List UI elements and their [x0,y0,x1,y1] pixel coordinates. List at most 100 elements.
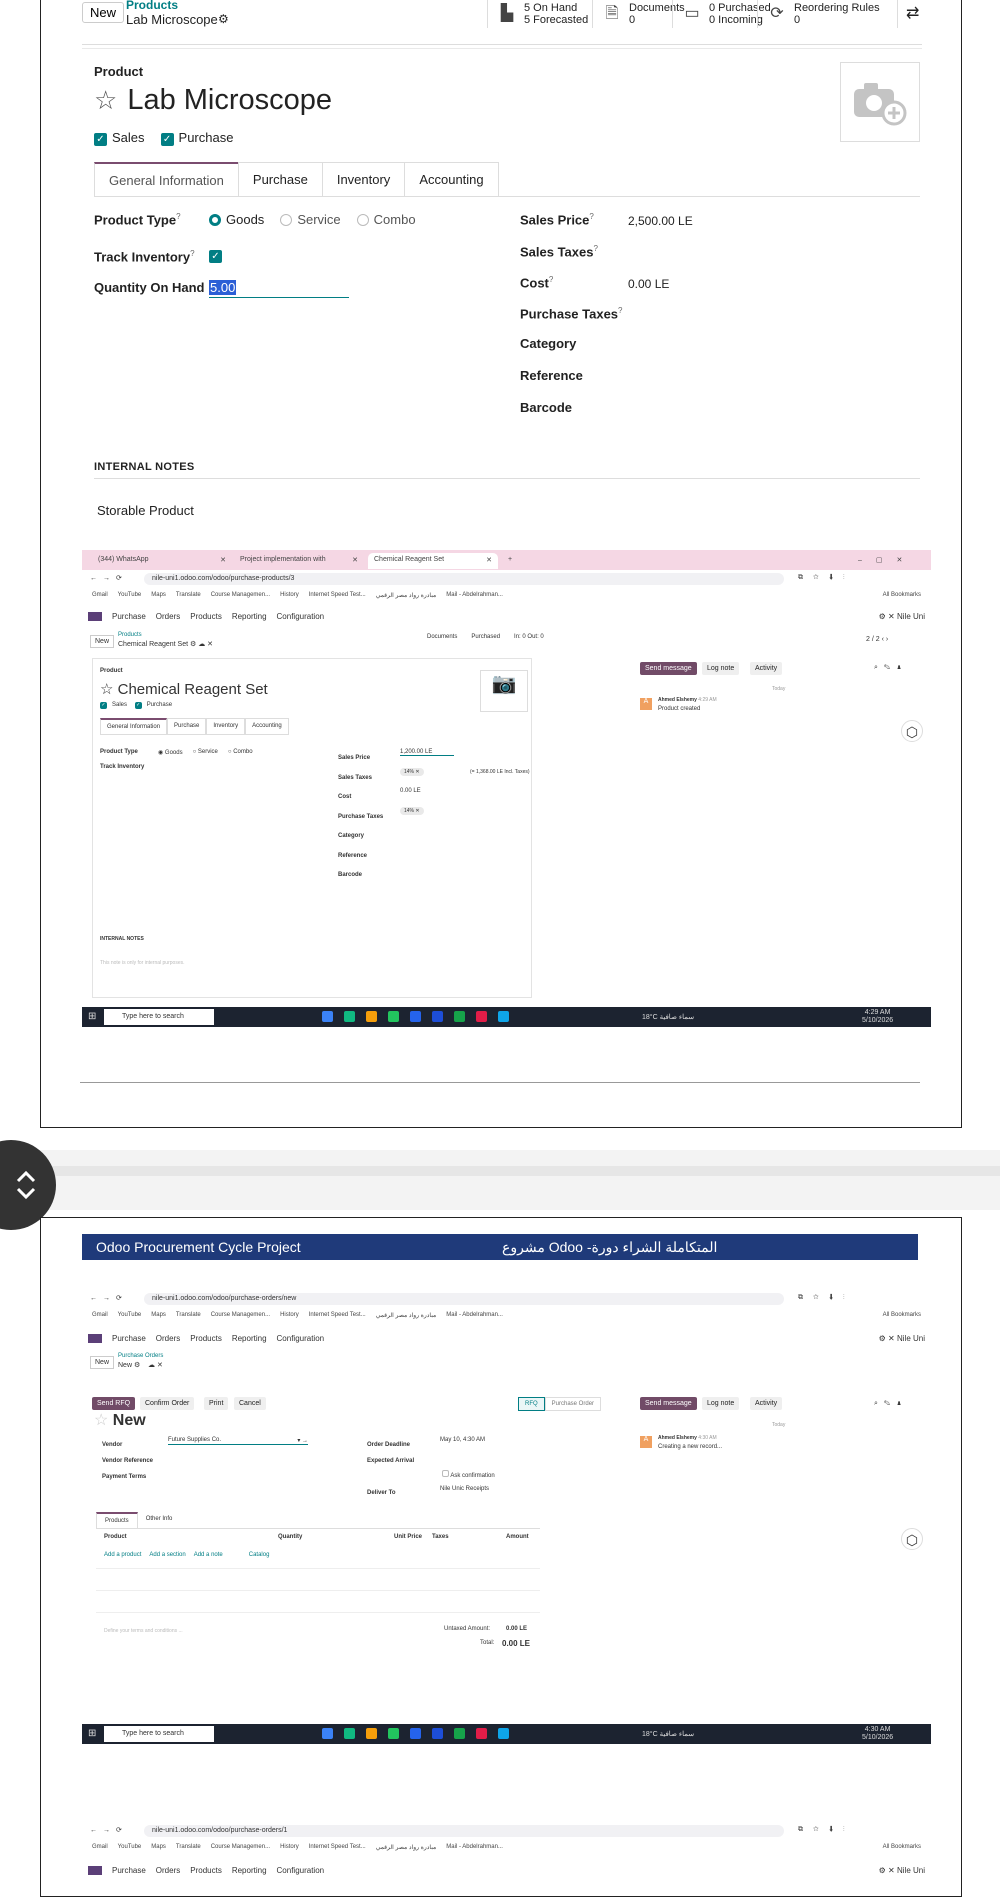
radio-service[interactable]: Service [280,212,341,227]
bookmark[interactable]: History [280,592,299,600]
tab-accounting[interactable]: Accounting [245,718,289,735]
weather[interactable]: 18°C سماء صافية [642,1730,694,1738]
nav-reporting[interactable]: Reporting [232,1866,267,1875]
new-button[interactable]: New [90,635,115,648]
bookmark[interactable]: Gmail [92,592,108,600]
product-image-placeholder[interactable] [840,62,920,142]
bookmark[interactable]: Maps [151,1312,166,1320]
new-button[interactable]: New [90,1356,115,1369]
sales-price-value[interactable]: 2,500.00 LE [628,214,693,228]
radio-combo[interactable]: ○ Combo [228,749,253,756]
nav-orders[interactable]: Orders [156,612,180,621]
tab-general-information[interactable]: General Information [94,162,239,197]
nav-arrows-icon[interactable]: ←→⟳ [90,1294,128,1302]
bookmark[interactable]: History [280,1312,299,1320]
user-menu[interactable]: ⚙ ✕ Nile Uni [879,1334,925,1343]
taskbar-clock[interactable]: 4:29 AM 5/10/2026 [862,1009,893,1025]
send-message-button[interactable]: Send message [640,1397,697,1410]
windows-start-icon[interactable]: ⊞ [88,1728,96,1739]
address-bar[interactable]: nile-uni1.odoo.com/odoo/purchase-orders/… [144,1293,784,1305]
purchase-tax-tag[interactable]: 14% ✕ [400,807,424,815]
browser-tab[interactable]: (344) WhatsApp ✕ [92,553,232,569]
nav-products[interactable]: Products [190,1334,222,1343]
taskbar-app-icon[interactable] [366,1011,377,1022]
tab-other-info[interactable]: Other Info [138,1512,181,1529]
taskbar-app-icon[interactable] [344,1011,355,1022]
activity-button[interactable]: Activity [750,1397,783,1410]
browser-toolbar-icons[interactable]: ⧉☆⬇⋮ [798,1294,855,1302]
nav-app-purchase[interactable]: Purchase [112,1866,146,1875]
bookmark-all[interactable]: All Bookmarks [883,592,921,600]
purchase-checkbox[interactable]: ✓ Purchase [160,130,233,146]
internal-notes-value[interactable]: Storable Product [97,503,194,518]
status-rfq[interactable]: RFQ [518,1397,545,1411]
smart-documents[interactable]: Documents [427,634,457,640]
taskbar-app-icon[interactable] [410,1728,421,1739]
deliver-to-value[interactable]: Nile Unic Receipts [440,1486,489,1492]
nav-reporting[interactable]: Reporting [232,1334,267,1343]
bookmark-all[interactable]: All Bookmarks [883,1844,921,1852]
bookmark[interactable]: History [280,1844,299,1852]
bookmark[interactable]: Course Managemen... [211,1844,270,1852]
taskbar-app-icon[interactable] [432,1011,443,1022]
gear-icon[interactable]: ⚙ [218,12,229,26]
bookmark[interactable]: Internet Speed Test... [309,1312,366,1320]
bookmark[interactable]: Mail - Abdelrahman... [446,1312,503,1320]
taskbar-app-icon[interactable] [366,1728,377,1739]
bookmark[interactable]: Course Managemen... [211,1312,270,1320]
app-icon[interactable] [88,1865,102,1875]
radio-combo[interactable]: Combo [356,212,416,227]
breadcrumb-parent[interactable]: Products [118,632,142,638]
address-bar[interactable]: nile-uni1.odoo.com/odoo/purchase-product… [144,573,784,585]
send-message-button[interactable]: Send message [640,662,697,675]
status-purchase-order[interactable]: Purchase Order [544,1397,602,1411]
breadcrumb-parent[interactable]: Purchase Orders [118,1353,163,1359]
bookmark[interactable]: Gmail [92,1844,108,1852]
nav-products[interactable]: Products [190,1866,222,1875]
nav-orders[interactable]: Orders [156,1334,180,1343]
bookmark[interactable]: Mail - Abdelrahman... [446,592,503,600]
ask-confirmation-checkbox[interactable]: Ask confirmation [442,1470,495,1479]
nav-reporting[interactable]: Reporting [232,612,267,621]
smart-button-documents[interactable]: 🗎 Documents 0 [592,0,685,28]
bookmark[interactable]: Internet Speed Test... [309,592,366,600]
tab-products[interactable]: Products [96,1512,138,1529]
taskbar-app-icon[interactable] [476,1728,487,1739]
tab-purchase[interactable]: Purchase [167,718,207,735]
nav-configuration[interactable]: Configuration [277,1866,325,1875]
new-tab-plus-icon[interactable]: + [502,553,518,569]
bookmark[interactable]: Mail - Abdelrahman... [446,1844,503,1852]
confirm-order-button[interactable]: Confirm Order [140,1397,195,1410]
internal-notes-placeholder[interactable]: This note is only for internal purposes. [100,960,185,966]
nav-configuration[interactable]: Configuration [277,612,325,621]
taskbar-search[interactable]: Type here to search [104,1009,214,1025]
print-button[interactable]: Print [204,1397,229,1410]
bookmark[interactable]: Course Managemen... [211,592,270,600]
smart-button-purchased[interactable]: ▭ 0 Purchased 0 Incoming [672,0,771,28]
window-controls[interactable]: –▢✕ [852,553,922,569]
taskbar-app-icon[interactable] [322,1011,333,1022]
radio-goods[interactable]: ◉ Goods [158,749,183,756]
taskbar-app-icon[interactable] [454,1728,465,1739]
bookmark[interactable]: Translate [176,592,201,600]
bookmark[interactable]: مبادرة رواد مصر الرقمي [376,592,437,600]
nav-app-purchase[interactable]: Purchase [112,1334,146,1343]
cancel-button[interactable]: Cancel [234,1397,266,1410]
taskbar-app-icon[interactable] [388,1011,399,1022]
nav-orders[interactable]: Orders [156,1866,180,1875]
taskbar-app-icon[interactable] [498,1011,509,1022]
log-note-button[interactable]: Log note [702,1397,740,1410]
taskbar-app-icon[interactable] [344,1728,355,1739]
weather[interactable]: 18°C سماء صافية [642,1013,694,1021]
vendor-input[interactable]: Future Supplies Co. ▾ → [168,1437,308,1445]
add-section-link[interactable]: Add a section [149,1552,185,1558]
assistant-icon[interactable]: ⬡ [901,1528,923,1550]
browser-toolbar-icons[interactable]: ⧉☆⬇⋮ [798,574,855,582]
bookmark[interactable]: Internet Speed Test... [309,1844,366,1852]
bookmark[interactable]: Maps [151,1844,166,1852]
bookmark[interactable]: YouTube [118,1844,142,1852]
more-smart-buttons[interactable]: ⇄ [897,0,919,28]
bookmark[interactable]: مبادرة رواد مصر الرقمي [376,1844,437,1852]
browser-toolbar-icons[interactable]: ⧉☆⬇⋮ [798,1826,855,1834]
bookmark[interactable]: Translate [176,1312,201,1320]
